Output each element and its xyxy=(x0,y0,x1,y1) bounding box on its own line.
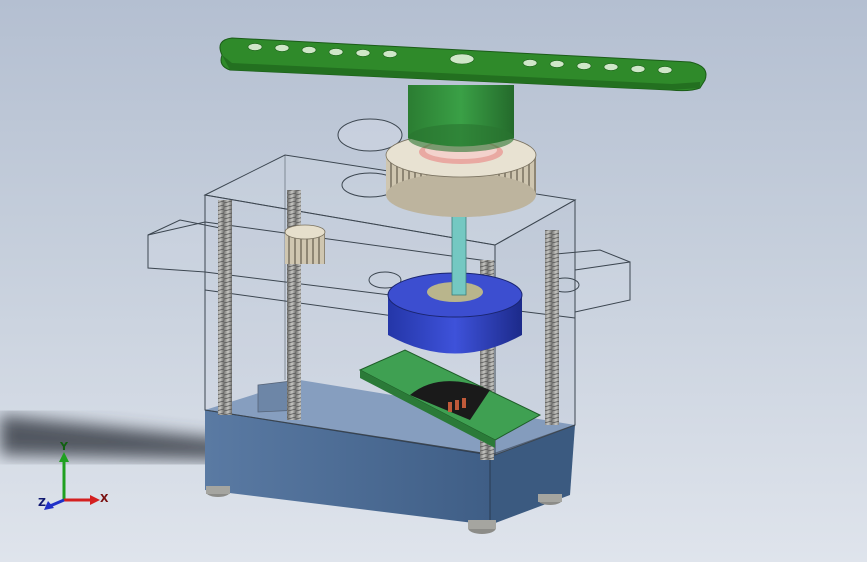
servo-3d-model[interactable] xyxy=(0,0,867,562)
servo-arm xyxy=(219,37,707,92)
graphics-viewport[interactable]: X Y Z xyxy=(0,0,867,562)
z-axis-arrow xyxy=(49,498,65,508)
output-shaft xyxy=(408,85,514,152)
spindle xyxy=(451,204,467,296)
small-gear xyxy=(284,224,326,264)
z-axis-label: Z xyxy=(38,496,46,509)
y-axis-label: Y xyxy=(60,440,68,453)
x-axis-label: X xyxy=(100,492,109,505)
reference-triad: X Y Z xyxy=(30,440,120,520)
